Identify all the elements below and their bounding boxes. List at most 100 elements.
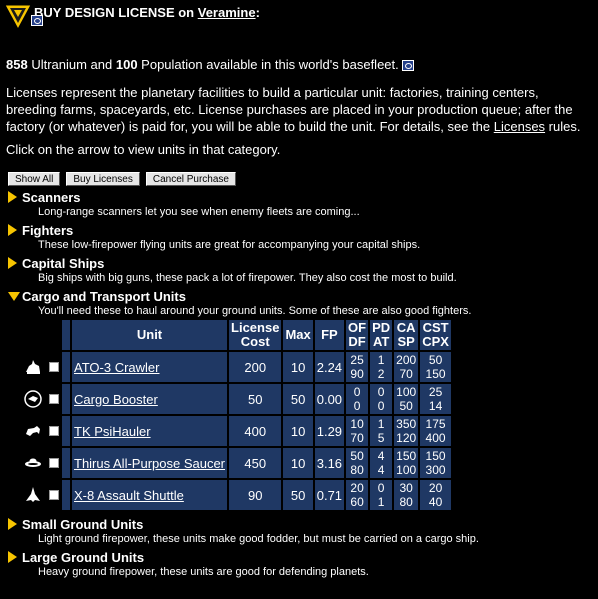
category-name: Small Ground Units <box>22 517 144 532</box>
category-description: These low-firepower flying units are gre… <box>38 239 421 251</box>
max-value: 50 <box>283 384 313 414</box>
cancel-purchase-button[interactable]: Cancel Purchase <box>145 172 236 186</box>
buy-licenses-button[interactable]: Buy Licenses <box>66 172 140 186</box>
license-cost: 50 <box>229 384 282 414</box>
expand-arrow-icon[interactable] <box>8 191 17 203</box>
unit-link[interactable]: Cargo Booster <box>74 392 158 407</box>
pd-value: 4 <box>377 449 385 463</box>
licenses-description: Licenses represent the planetary facilit… <box>6 84 592 135</box>
cpx-value: 300 <box>425 463 446 477</box>
category-description: Heavy ground firepower, these units are … <box>38 566 369 578</box>
select-checkbox[interactable] <box>49 425 59 436</box>
select-checkbox[interactable] <box>49 489 59 500</box>
select-checkbox[interactable] <box>49 393 59 404</box>
expand-arrow-icon[interactable] <box>8 551 17 563</box>
col-cst-cpx: CST CPX <box>420 320 451 350</box>
select-checkbox[interactable] <box>49 361 59 372</box>
ca-value: 150 <box>396 449 417 463</box>
select-checkbox[interactable] <box>49 457 59 468</box>
show-all-button[interactable]: Show All <box>8 172 61 186</box>
of-value: 50 <box>350 449 364 463</box>
ca-value: 30 <box>399 481 413 495</box>
instruction-text: Click on the arrow to view units in that… <box>6 142 281 157</box>
of-value: 20 <box>350 481 364 495</box>
category-description: Big ships with big guns, these pack a lo… <box>38 272 457 284</box>
table-row: ATO-3 Crawler 200 10 2.24 25 90 12 200 70 … <box>20 352 451 382</box>
world-link[interactable]: Veramine <box>198 5 256 20</box>
ca-value: 100 <box>396 385 417 399</box>
table-row: TK PsiHauler 400 10 1.29 10 70 15 350 120 … <box>20 416 451 446</box>
cst-value: 20 <box>428 481 443 495</box>
unit-link[interactable]: TK PsiHauler <box>74 424 151 439</box>
pd-value: 0 <box>377 481 385 495</box>
expand-arrow-icon[interactable] <box>8 518 17 530</box>
empire-logo-icon <box>4 4 32 30</box>
fp-value: 0.71 <box>314 480 345 510</box>
sp-value: 50 <box>399 399 413 413</box>
max-value: 10 <box>283 448 313 478</box>
max-value: 10 <box>283 352 313 382</box>
population-label: Population available in this world's bas… <box>137 57 403 72</box>
hauler-icon <box>26 426 40 436</box>
max-value: 50 <box>283 480 313 510</box>
category-description: You'll need these to haul around your gr… <box>38 305 472 317</box>
expand-arrow-icon[interactable] <box>8 224 17 236</box>
fp-value: 1.29 <box>314 416 345 446</box>
df-value: 60 <box>350 495 364 509</box>
category-name: Fighters <box>22 223 74 238</box>
sp-value: 120 <box>396 431 417 445</box>
cpx-value: 400 <box>425 431 446 445</box>
cst-value: 150 <box>425 449 446 463</box>
table-row: X-8 Assault Shuttle 90 50 0.71 20 60 01 3… <box>20 480 451 510</box>
fp-value: 0.00 <box>314 384 345 414</box>
unit-link[interactable]: X-8 Assault Shuttle <box>74 488 184 503</box>
category-name: Capital Ships <box>22 256 105 271</box>
sp-value: 80 <box>399 495 413 509</box>
saucer-icon <box>25 458 41 467</box>
table-header-row: Unit License Cost Max FP OF DF PD AT CA SP C… <box>20 320 451 350</box>
info-icon[interactable] <box>31 15 43 26</box>
cst-value: 25 <box>428 385 443 399</box>
licenses-rules-link[interactable]: Licenses <box>494 119 545 134</box>
ca-value: 200 <box>396 353 417 367</box>
table-row: Cargo Booster 50 50 0.00 00 00 100 50 25 1… <box>20 384 451 414</box>
of-value: 0 <box>353 385 361 399</box>
category-name: Scanners <box>22 190 81 205</box>
population-amount: 100 <box>115 57 138 72</box>
unit-link[interactable]: Thirus All-Purpose Saucer <box>74 456 225 471</box>
sp-value: 100 <box>396 463 417 477</box>
ca-value: 350 <box>396 417 417 431</box>
col-fp: FP <box>314 320 345 350</box>
description-suffix: rules. <box>545 119 581 134</box>
cpx-value: 40 <box>428 495 443 509</box>
booster-icon <box>24 390 42 408</box>
expand-arrow-icon[interactable] <box>8 257 17 269</box>
shuttle-icon <box>26 487 40 502</box>
cpx-value: 150 <box>425 367 446 381</box>
collapse-arrow-icon[interactable] <box>8 292 20 301</box>
of-value: 25 <box>350 353 364 367</box>
unit-link[interactable]: ATO-3 Crawler <box>74 360 159 375</box>
col-pd-at: PD AT <box>370 320 393 350</box>
ultranium-label: Ultranium and <box>27 57 116 72</box>
category-description: Long-range scanners let you see when ene… <box>38 206 360 218</box>
title-colon: : <box>255 5 260 20</box>
license-cost: 90 <box>229 480 282 510</box>
col-max: Max <box>283 320 313 350</box>
action-buttons: Show All Buy Licenses Cancel Purchase <box>8 172 236 186</box>
crawler-icon <box>26 360 40 374</box>
sp-value: 70 <box>399 367 413 381</box>
title-text: BUY DESIGN LICENSE on <box>34 5 198 20</box>
pd-value: 0 <box>377 385 385 399</box>
df-value: 70 <box>350 431 364 445</box>
category-name: Large Ground Units <box>22 550 145 565</box>
table-row: Thirus All-Purpose Saucer 450 10 3.16 50… <box>20 448 451 478</box>
ultranium-amount: 858 <box>6 57 28 72</box>
license-cost: 450 <box>229 448 282 478</box>
license-cost: 400 <box>229 416 282 446</box>
at-value: 1 <box>377 495 385 509</box>
basefleet-info-icon[interactable] <box>402 60 415 72</box>
category-description: Light ground firepower, these units make… <box>38 533 479 545</box>
df-value: 90 <box>350 367 364 381</box>
resources-line: 858 Ultranium and 100 Population availab… <box>6 57 415 72</box>
